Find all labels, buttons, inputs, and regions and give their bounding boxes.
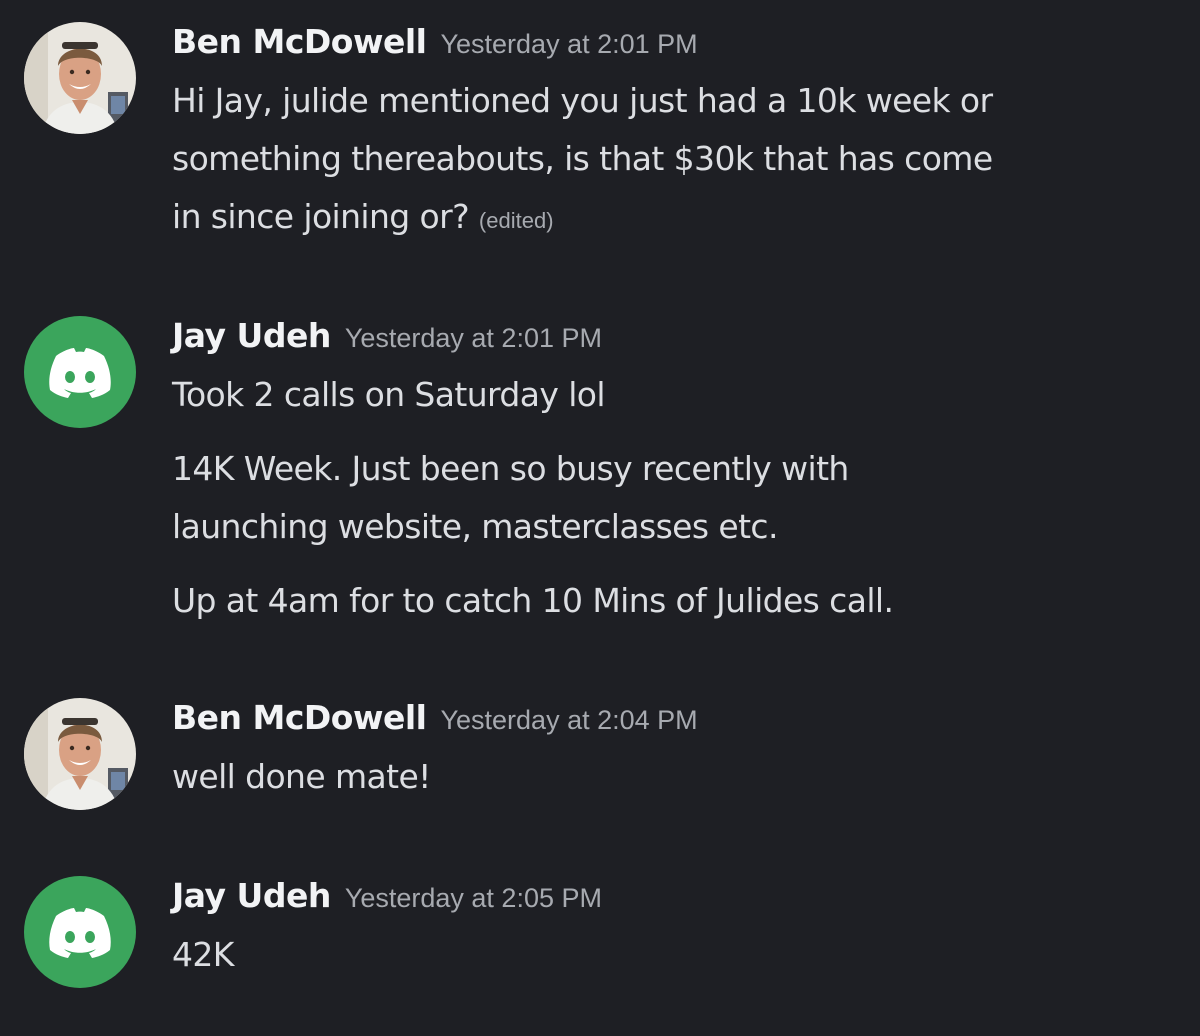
- discord-logo-avatar-icon[interactable]: [24, 876, 136, 988]
- author-name[interactable]: Jay Udeh: [172, 876, 331, 915]
- message-paragraph: Up at 4am for to catch 10 Mins of Julide…: [172, 581, 894, 620]
- author-name[interactable]: Ben McDowell: [172, 698, 427, 737]
- user-photo-avatar-icon[interactable]: [24, 22, 136, 134]
- message-paragraph: 14K Week. Just been so busy recently wit…: [172, 449, 849, 488]
- message-text-line: in since joining or? (edited): [172, 188, 1172, 250]
- message-text-line: something thereabouts, is that $30k that…: [172, 139, 993, 178]
- message-paragraph: launching website, masterclasses etc.: [172, 507, 778, 546]
- message-header: Ben McDowell Yesterday at 2:04 PM: [172, 698, 698, 746]
- message-paragraph: Took 2 calls on Saturday lol: [172, 375, 606, 414]
- message-text: in since joining or?: [172, 197, 470, 236]
- message-header: Jay Udeh Yesterday at 2:05 PM: [172, 876, 602, 924]
- message-header: Jay Udeh Yesterday at 2:01 PM: [172, 316, 602, 364]
- author-name[interactable]: Jay Udeh: [172, 316, 331, 355]
- author-name[interactable]: Ben McDowell: [172, 22, 427, 61]
- message-timestamp: Yesterday at 2:05 PM: [344, 883, 602, 913]
- chat-message-list: Ben McDowell Yesterday at 2:01 PM Hi Jay,…: [0, 0, 1200, 1036]
- message-timestamp: Yesterday at 2:01 PM: [344, 323, 602, 353]
- message-timestamp: Yesterday at 2:04 PM: [440, 705, 698, 735]
- user-photo-avatar-icon[interactable]: [24, 698, 136, 810]
- discord-logo-avatar-icon[interactable]: [24, 316, 136, 428]
- edited-label: (edited): [478, 208, 554, 233]
- message-text: 42K: [172, 935, 234, 974]
- message-text: well done mate!: [172, 757, 431, 796]
- message-text-line: Hi Jay, julide mentioned you just had a …: [172, 81, 993, 120]
- message-header: Ben McDowell Yesterday at 2:01 PM: [172, 22, 698, 70]
- message-timestamp: Yesterday at 2:01 PM: [440, 29, 698, 59]
